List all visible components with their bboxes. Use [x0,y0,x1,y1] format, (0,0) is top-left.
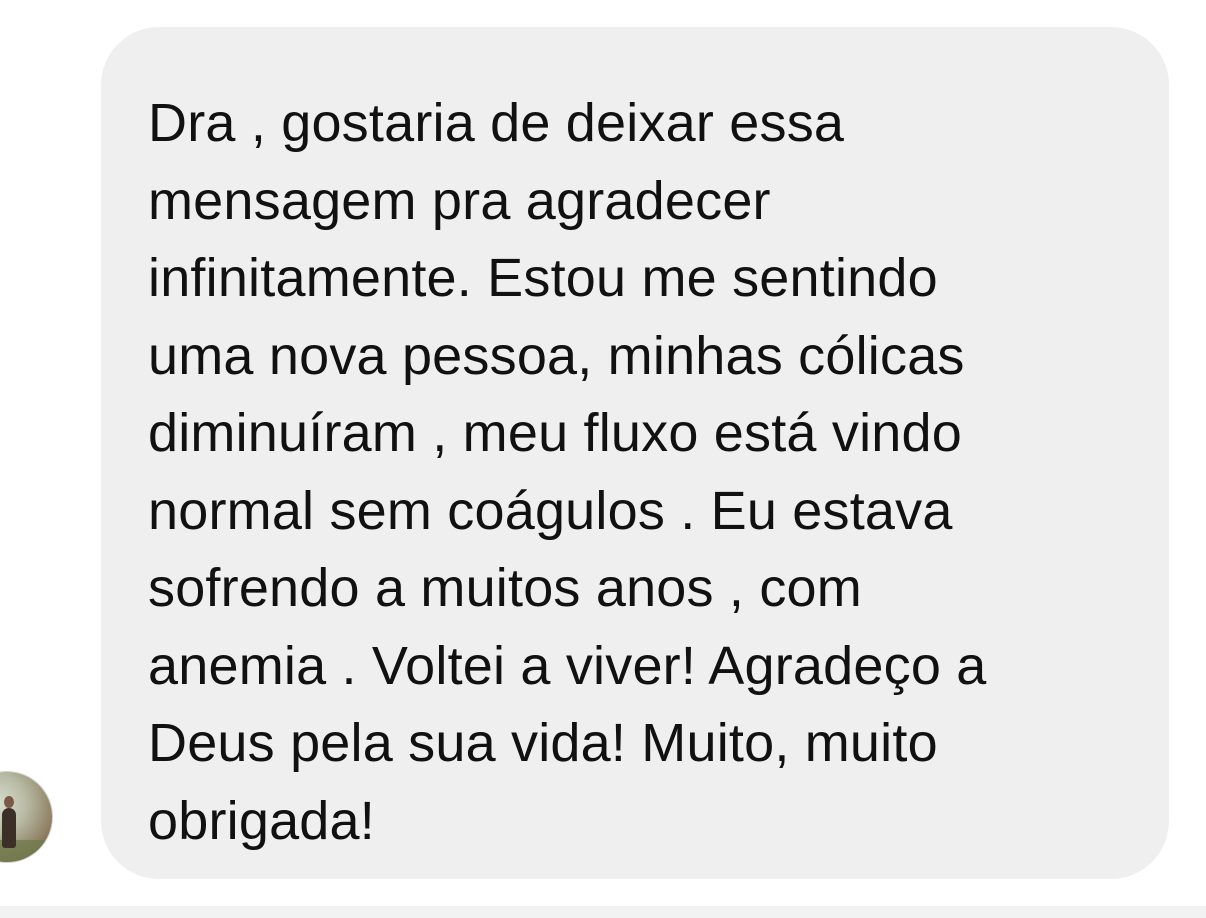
message-text: Dra , gostaria de deixar essa mensagem p… [148,93,987,851]
composer-edge [0,906,1206,918]
chat-thread: Dra , gostaria de deixar essa mensagem p… [0,0,1206,906]
sender-avatar[interactable] [0,772,52,862]
avatar-photo-figure [2,808,16,848]
incoming-message-bubble[interactable]: Dra , gostaria de deixar essa mensagem p… [101,27,1169,879]
avatar-photo-head [4,796,14,808]
